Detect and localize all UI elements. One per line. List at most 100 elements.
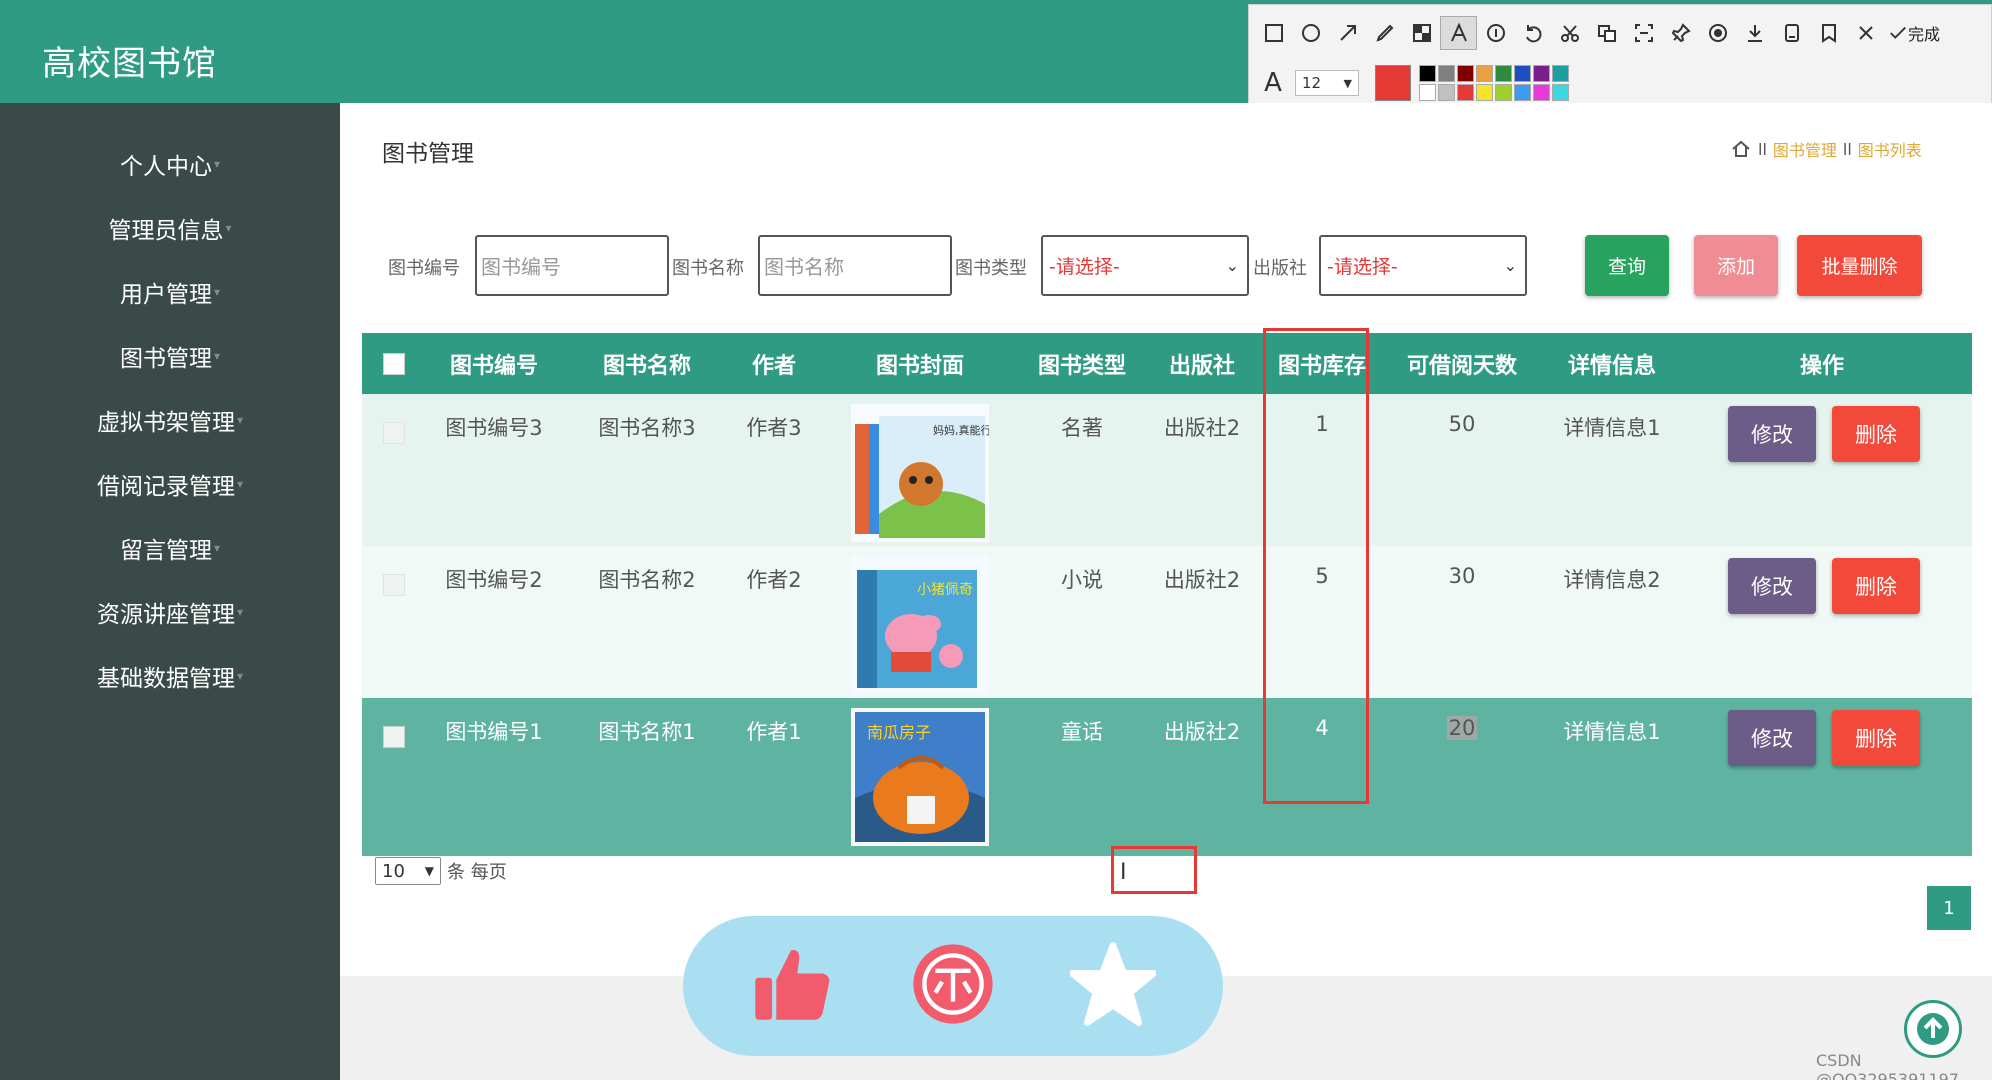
bookmark-icon[interactable] <box>1810 16 1847 50</box>
delete-button[interactable]: 删除 <box>1832 558 1920 614</box>
book-type-select[interactable]: -请选择- ⌄ <box>1041 235 1249 296</box>
row-checkbox[interactable] <box>383 422 405 444</box>
edit-button[interactable]: 修改 <box>1728 558 1816 614</box>
record-tool-icon[interactable] <box>1699 16 1736 50</box>
crop-tool-icon[interactable] <box>1551 16 1588 50</box>
chevron-down-icon: ⌄ <box>1503 256 1517 275</box>
chevron-down-icon: ▼ <box>424 864 434 878</box>
mosaic-tool-icon[interactable] <box>1403 16 1440 50</box>
book-type-cell: 童话 <box>1061 720 1103 744</box>
sidebar-item-lectures[interactable]: 资源讲座管理 ▾ <box>0 587 340 637</box>
sidebar-item-user-management[interactable]: 用户管理 ▾ <box>0 267 340 317</box>
pagination-size: 10 ▼ 条 每页 <box>375 857 507 885</box>
column-header: 图书编号 <box>449 353 538 379</box>
breadcrumb-separator: ll <box>1842 139 1852 159</box>
page-size-value: 10 <box>382 860 405 882</box>
row-checkbox[interactable] <box>383 726 405 748</box>
query-button[interactable]: 查询 <box>1585 235 1669 296</box>
color-swatch[interactable] <box>1438 65 1455 82</box>
color-swatch[interactable] <box>1533 65 1550 82</box>
watermark: CSDN @QQ3295391197 <box>1816 1051 1959 1080</box>
table-header: 图书编号 图书名称 作者 图书封面 图书类型 出版社 图书库存 可借阅天数 详情… <box>362 333 1972 394</box>
sidebar-item-virtual-shelf[interactable]: 虚拟书架管理 ▾ <box>0 395 340 445</box>
sidebar-item-borrow-records[interactable]: 借阅记录管理 ▾ <box>0 459 340 509</box>
publisher-select[interactable]: -请选择- ⌄ <box>1319 235 1527 296</box>
done-button[interactable]: 完成 <box>1888 21 1940 45</box>
delete-button[interactable]: 删除 <box>1832 406 1920 462</box>
color-swatch[interactable] <box>1552 84 1569 101</box>
color-swatch[interactable] <box>1457 65 1474 82</box>
rectangle-tool-icon[interactable] <box>1255 16 1292 50</box>
book-name-cell: 图书名称1 <box>598 720 696 744</box>
column-header: 图书封面 <box>875 353 964 379</box>
color-swatch[interactable] <box>1419 65 1436 82</box>
page-number-button[interactable]: 1 <box>1927 886 1971 930</box>
select-all-checkbox[interactable] <box>383 353 405 375</box>
home-icon[interactable] <box>1730 138 1752 160</box>
number-tool-icon[interactable] <box>1477 16 1514 50</box>
row-checkbox[interactable] <box>383 574 405 596</box>
sidebar: 个人中心 ▾ 管理员信息 ▾ 用户管理 ▾ 图书管理 ▾ 虚拟书架管理 ▾ 借阅记录管理 ▾… <box>0 103 340 1080</box>
caret-down-icon: ▾ <box>225 221 232 235</box>
column-header: 图书名称 <box>602 353 691 379</box>
text-tool-icon[interactable] <box>1440 16 1477 50</box>
table-row[interactable]: 图书编号1 图书名称1 作者1 南瓜房子 童话 出版社2 4 20 详情信息1 … <box>362 698 1972 856</box>
sidebar-item-messages[interactable]: 留言管理 ▾ <box>0 523 340 573</box>
color-swatch[interactable] <box>1552 65 1569 82</box>
font-icon: A <box>1264 68 1282 98</box>
close-icon[interactable] <box>1847 16 1884 50</box>
coin-icon[interactable] <box>903 934 1003 1034</box>
color-swatch[interactable] <box>1419 84 1436 101</box>
save-device-icon[interactable] <box>1773 16 1810 50</box>
svg-text:妈妈,真能行: 妈妈,真能行 <box>933 423 989 437</box>
sidebar-item-book-management[interactable]: 图书管理 ▾ <box>0 331 340 381</box>
color-swatch[interactable] <box>1514 65 1531 82</box>
color-swatch[interactable] <box>1533 84 1550 101</box>
breadcrumb-separator: ll <box>1758 139 1767 159</box>
pen-tool-icon[interactable] <box>1366 16 1403 50</box>
pin-tool-icon[interactable] <box>1662 16 1699 50</box>
color-swatch[interactable] <box>1514 84 1531 101</box>
batch-delete-button[interactable]: 批量删除 <box>1797 235 1922 296</box>
ocr-tool-icon[interactable] <box>1625 16 1662 50</box>
arrow-tool-icon[interactable] <box>1329 16 1366 50</box>
app-title: 高校图书馆 <box>42 44 217 84</box>
book-name-cell: 图书名称3 <box>598 416 696 440</box>
star-icon[interactable] <box>1063 934 1163 1034</box>
sidebar-item-base-data[interactable]: 基础数据管理 ▾ <box>0 651 340 701</box>
sidebar-item-admin-info[interactable]: 管理员信息 ▾ <box>0 203 340 253</box>
color-swatch[interactable] <box>1457 84 1474 101</box>
breadcrumb-item[interactable]: 图书列表 <box>1858 137 1922 161</box>
download-icon[interactable] <box>1736 16 1773 50</box>
book-no-input[interactable]: 图书编号 <box>475 235 669 296</box>
author-cell: 作者1 <box>746 720 802 744</box>
edit-button[interactable]: 修改 <box>1728 406 1816 462</box>
color-swatch[interactable] <box>1438 84 1455 101</box>
breadcrumb-item[interactable]: 图书管理 <box>1773 137 1837 161</box>
delete-button[interactable]: 删除 <box>1832 710 1920 766</box>
book-type-label: 图书类型 <box>955 258 1027 279</box>
sidebar-item-label: 基础数据管理 <box>96 666 235 692</box>
page-size-select[interactable]: 10 ▼ <box>375 857 441 885</box>
add-button[interactable]: 添加 <box>1694 235 1778 296</box>
scroll-to-top-button[interactable] <box>1904 1000 1962 1058</box>
font-size-select[interactable]: 12 ▼ <box>1295 70 1359 96</box>
edit-button[interactable]: 修改 <box>1728 710 1816 766</box>
color-swatch[interactable] <box>1476 84 1493 101</box>
ellipse-tool-icon[interactable] <box>1292 16 1329 50</box>
current-color-swatch[interactable] <box>1375 65 1411 101</box>
color-swatch[interactable] <box>1476 65 1493 82</box>
sidebar-item-personal-center[interactable]: 个人中心 ▾ <box>0 139 340 189</box>
book-name-input[interactable]: 图书名称 <box>758 235 952 296</box>
table-row[interactable]: 图书编号2 图书名称2 作者2 小猪佩奇 小说 出版社2 5 30 详情信息2 … <box>362 546 1972 698</box>
screenshot-annotation-toolbar: 完成 A 12 ▼ <box>1248 4 1992 104</box>
table-row[interactable]: 图书编号3 图书名称3 作者3 妈妈,真能行 名著 出版社2 1 50 详情信息… <box>362 394 1972 546</box>
translate-tool-icon[interactable] <box>1588 16 1625 50</box>
column-header: 可借阅天数 <box>1406 353 1517 379</box>
column-header: 详情信息 <box>1567 353 1656 379</box>
thumbs-up-icon[interactable] <box>741 934 841 1034</box>
undo-icon[interactable] <box>1514 16 1551 50</box>
color-swatch[interactable] <box>1495 65 1512 82</box>
font-size-value: 12 <box>1302 74 1322 92</box>
color-swatch[interactable] <box>1495 84 1512 101</box>
